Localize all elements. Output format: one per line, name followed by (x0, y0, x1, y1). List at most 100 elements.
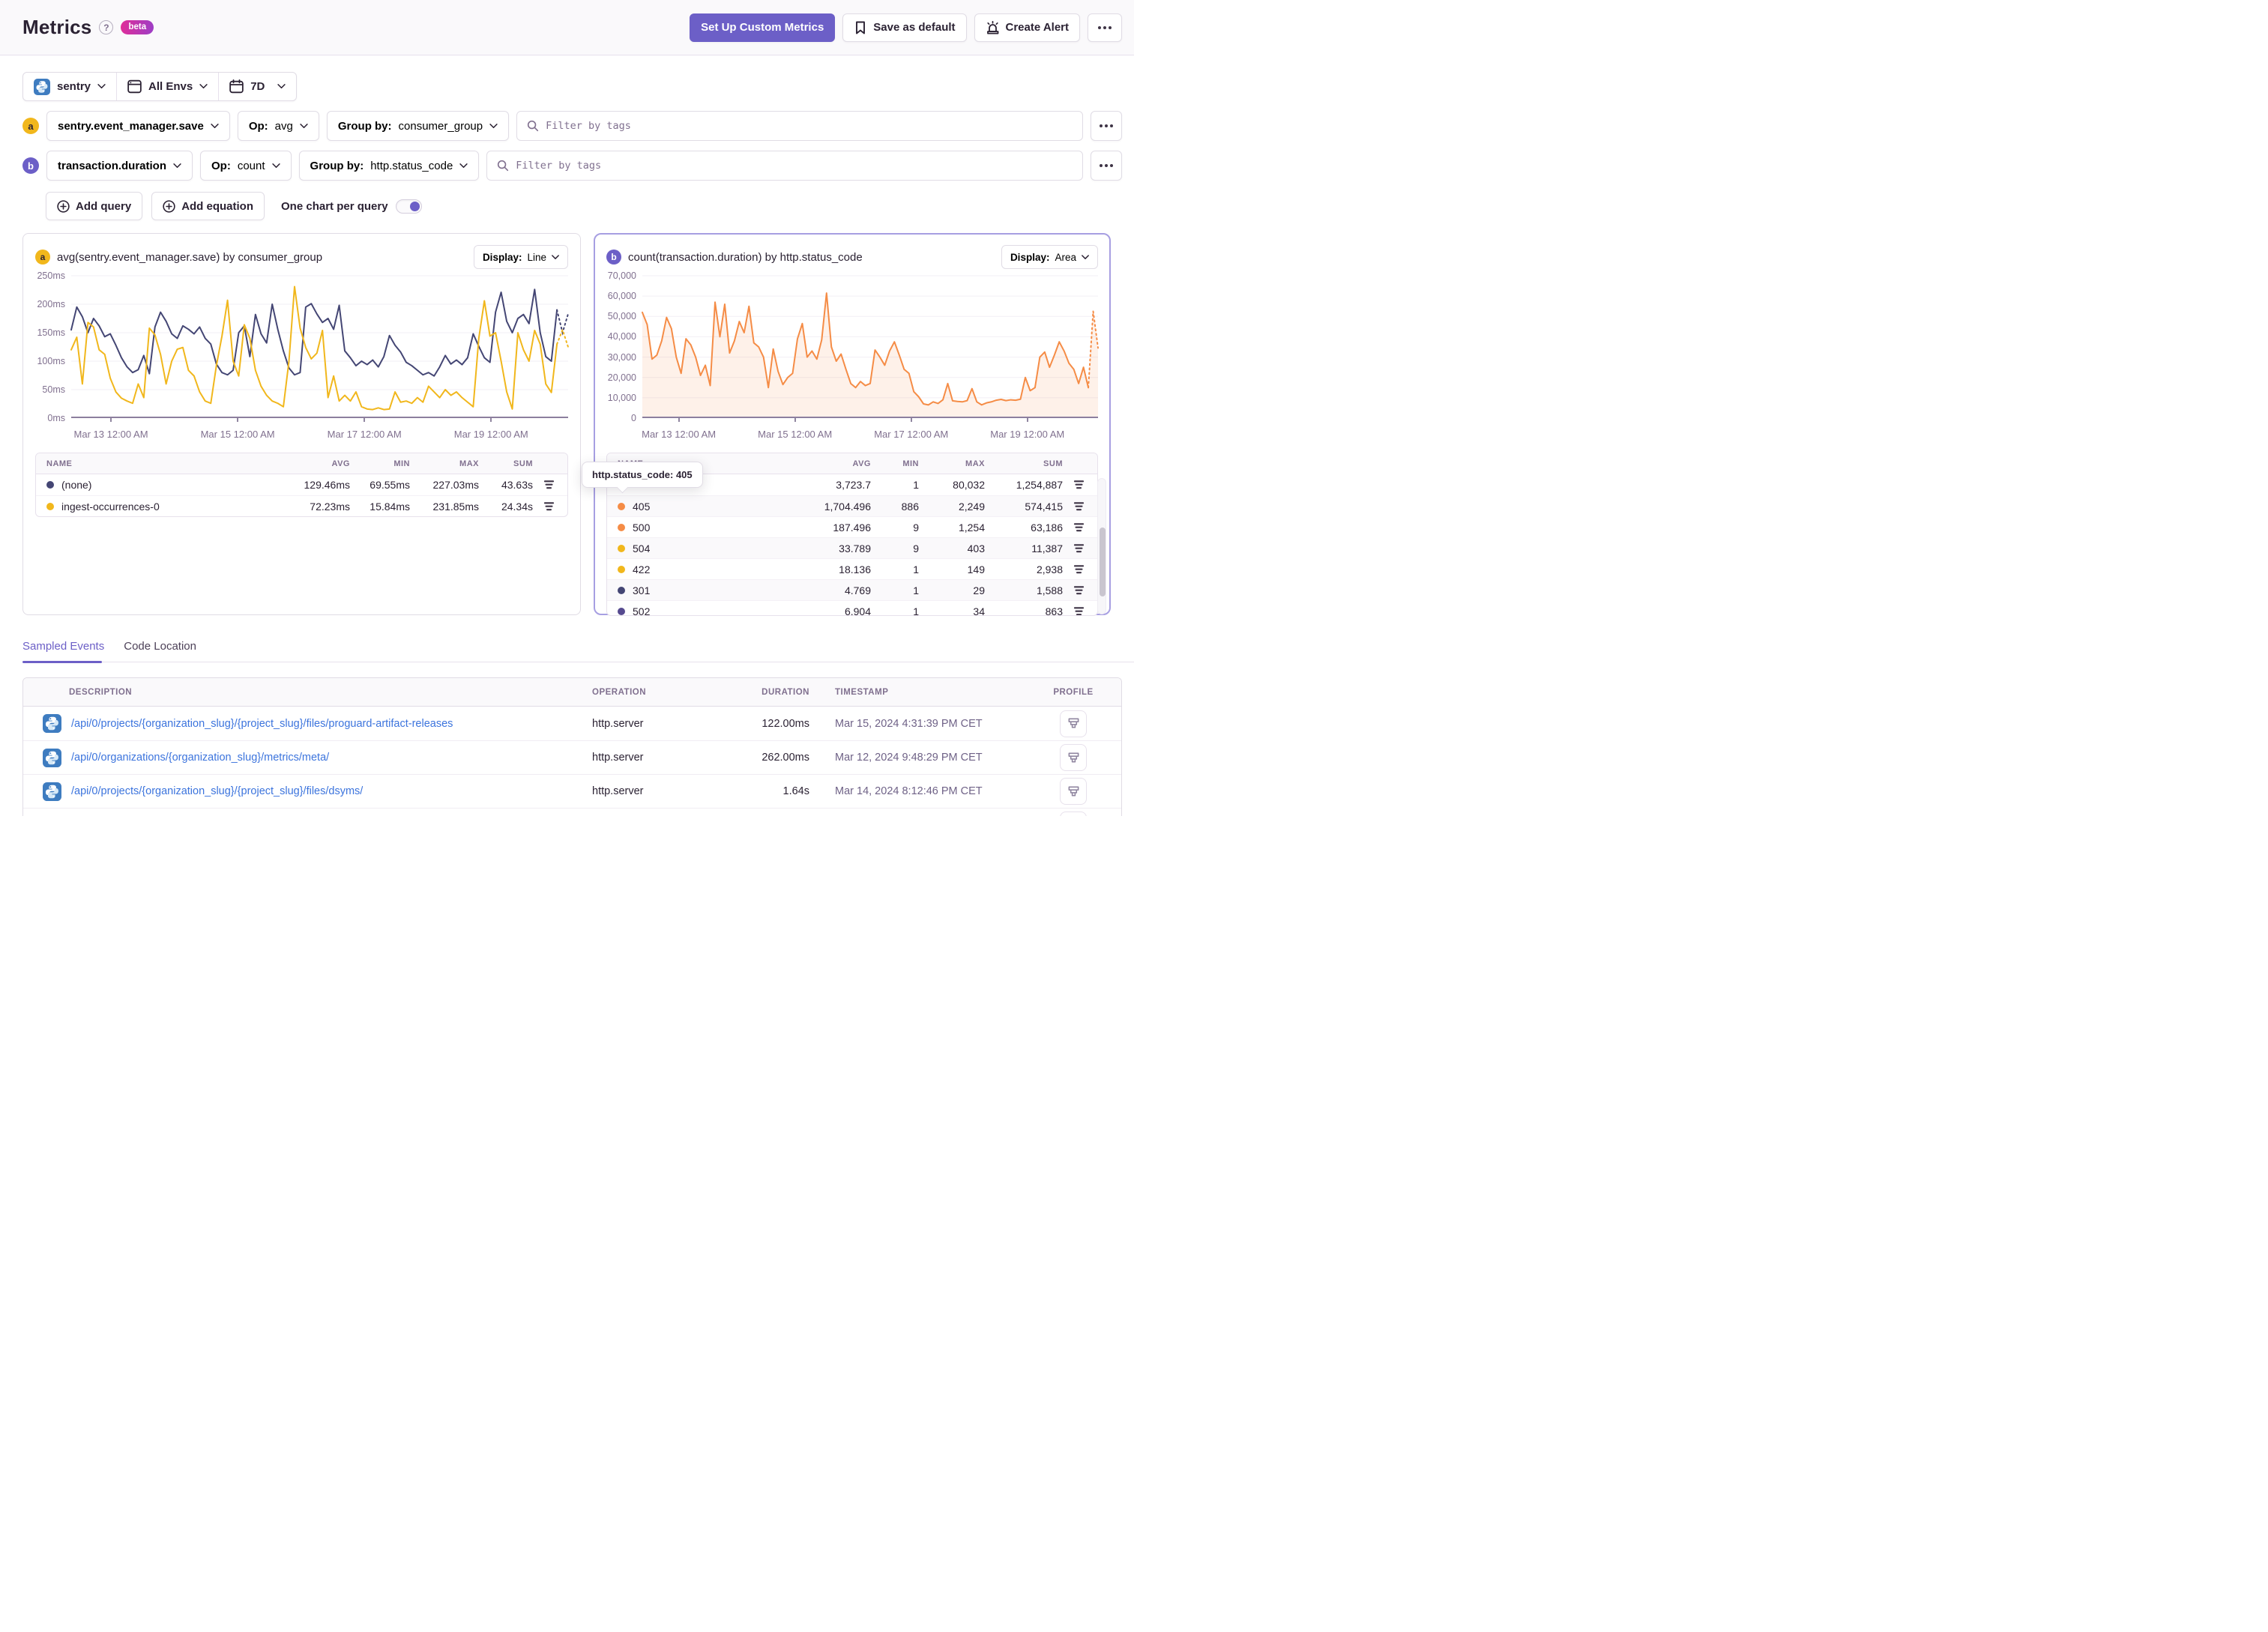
summary-col-header-max: MAX (459, 459, 479, 468)
series-menu-button[interactable] (1063, 522, 1094, 533)
y-tick-label: 150ms (37, 327, 65, 338)
one-chart-per-query-label: One chart per query (281, 199, 388, 213)
series-menu-button[interactable] (1063, 501, 1094, 512)
series-color-dot (618, 565, 625, 573)
lower-tabs: Sampled Events Code Location (22, 640, 1134, 663)
series-row[interactable]: 422 18.136 1 149 2,938 (607, 558, 1097, 579)
profile-button[interactable] (1060, 778, 1087, 805)
project-selector[interactable]: sentry (23, 73, 116, 100)
setup-custom-metrics-button[interactable]: Set Up Custom Metrics (690, 13, 836, 42)
create-alert-label: Create Alert (1005, 21, 1069, 34)
area-chart-b[interactable]: 0 10,000 20,000 30,000 40,000 50,000 60,000 70,… (606, 271, 1099, 423)
event-description-link[interactable]: /api/0/projects/{organization_slug}/{pro… (71, 718, 453, 730)
series-menu-button[interactable] (533, 501, 564, 512)
series-row[interactable]: 502 6.904 1 34 863 (607, 600, 1097, 616)
series-avg: 187.496 (833, 521, 871, 534)
groupby-select-b[interactable]: Group by: http.status_code (298, 151, 480, 181)
profile-button[interactable] (1060, 710, 1087, 737)
tag-filter-b[interactable] (486, 151, 1083, 181)
y-tick-label: 30,000 (607, 351, 636, 363)
y-tick-label: 60,000 (607, 291, 636, 302)
header-more-button[interactable] (1088, 13, 1122, 42)
x-tick-label: Mar 19 12:00 AM (453, 429, 528, 440)
series-menu-button[interactable] (1063, 564, 1094, 575)
series-menu-button[interactable] (1063, 480, 1094, 490)
series-menu-button[interactable] (533, 480, 564, 490)
ellipsis-icon (1100, 164, 1113, 167)
query-badge-b: b (22, 157, 39, 174)
series-max: 149 (967, 563, 985, 575)
series-color-dot (618, 607, 625, 615)
help-icon[interactable]: ? (99, 20, 114, 34)
y-axis-a: 0ms 50ms 100ms 150ms 200ms 250ms (35, 271, 71, 423)
series-menu-button[interactable] (1063, 543, 1094, 554)
profile-button[interactable] (1060, 812, 1087, 816)
summary-scrollbar[interactable] (1097, 478, 1106, 614)
line-chart-a[interactable]: 0ms 50ms 100ms 150ms 200ms 250ms (35, 271, 569, 423)
query-more-button-b[interactable] (1091, 151, 1122, 181)
x-tick-label: Mar 13 12:00 AM (642, 429, 717, 440)
metric-select-b[interactable]: transaction.duration (46, 151, 193, 181)
series-row[interactable]: ingest-occurrences-0 72.23ms 15.84ms 231.85… (36, 495, 567, 516)
add-query-button[interactable]: Add query (46, 192, 143, 220)
chart-panel-b[interactable]: b count(transaction.duration) by http.st… (582, 233, 1111, 616)
groupby-select-a[interactable]: Group by: consumer_group (326, 111, 510, 141)
chart-plot-b[interactable] (642, 275, 1099, 418)
event-row: /api/0/organizations/{organization_slug}… (23, 808, 1121, 816)
tab-sampled-events[interactable]: Sampled Events (22, 640, 104, 662)
add-equation-button[interactable]: Add equation (151, 192, 265, 220)
tag-filter-input-b[interactable] (516, 160, 1073, 172)
op-select-a[interactable]: Op: avg (237, 111, 319, 141)
y-tick-label: 50ms (42, 384, 65, 395)
series-row[interactable]: 504 33.789 9 403 11,387 (607, 537, 1097, 558)
events-header-row: DESCRIPTION OPERATION DURATION TIMESTAMP… (23, 678, 1121, 707)
metric-select-a[interactable]: sentry.event_manager.save (46, 111, 230, 141)
event-operation: http.server (592, 752, 644, 764)
event-description-link[interactable]: /api/0/organizations/{organization_slug}… (71, 752, 329, 764)
event-description-link[interactable]: /api/0/projects/{organization_slug}/{pro… (71, 785, 363, 797)
op-select-b[interactable]: Op: count (200, 151, 292, 181)
save-as-default-button[interactable]: Save as default (842, 13, 967, 42)
y-axis-b: 0 10,000 20,000 30,000 40,000 50,000 60,000 70,… (606, 271, 642, 423)
summary-col-header-min: MIN (393, 459, 410, 468)
environment-selector[interactable]: All Envs (116, 73, 218, 100)
tab-code-location[interactable]: Code Location (124, 640, 196, 662)
one-chart-per-query-toggle[interactable] (395, 199, 422, 214)
series-name: 504 (633, 542, 651, 554)
series-max: 2,249 (958, 500, 985, 513)
series-row[interactable]: 500 187.496 9 1,254 63,186 (607, 516, 1097, 537)
display-select-b[interactable]: Display: Area (1001, 245, 1098, 269)
series-avg: 129.46ms (304, 479, 350, 491)
display-value-b: Area (1055, 251, 1076, 263)
series-row[interactable]: 405 1,704.496 886 2,249 574,415 (607, 495, 1097, 516)
y-tick-label: 250ms (37, 271, 65, 281)
date-range-selector[interactable]: 7D (218, 73, 296, 100)
series-sum: 1,588 (1036, 584, 1063, 596)
chevron-down-icon (173, 163, 181, 168)
tag-filter-input-a[interactable] (546, 120, 1073, 132)
chart-panel-a[interactable]: a avg(sentry.event_manager.save) by cons… (22, 233, 581, 615)
x-tick-label: Mar 13 12:00 AM (73, 429, 148, 440)
series-menu-button[interactable] (1063, 606, 1094, 616)
series-row[interactable]: (none) 129.46ms 69.55ms 227.03ms 43.63s (36, 474, 567, 495)
row-menu-icon (1073, 522, 1084, 531)
search-icon (498, 160, 509, 172)
display-select-a[interactable]: Display: Line (473, 245, 568, 269)
chevron-down-icon (552, 254, 559, 259)
series-min: 1 (913, 584, 919, 596)
chart-plot-a[interactable] (70, 275, 569, 418)
profile-button[interactable] (1060, 744, 1087, 771)
query-more-button-a[interactable] (1091, 111, 1122, 141)
series-row[interactable]: 301 4.769 1 29 1,588 (607, 579, 1097, 600)
y-tick-label: 200ms (37, 299, 65, 309)
scrollbar-thumb[interactable] (1099, 527, 1106, 596)
series-menu-button[interactable] (1063, 585, 1094, 596)
series-sum: 574,415 (1025, 500, 1063, 513)
tag-filter-a[interactable] (516, 111, 1083, 141)
x-tick-label: Mar 15 12:00 AM (200, 429, 275, 440)
series-summary-a: NAME AVG MIN MAX SUM (none) 129.46ms 69.55ms 22… (35, 453, 568, 517)
series-min: 15.84ms (370, 500, 410, 513)
create-alert-button[interactable]: Create Alert (974, 13, 1080, 42)
row-menu-icon (543, 501, 554, 510)
environment-selector-label: All Envs (148, 80, 193, 93)
